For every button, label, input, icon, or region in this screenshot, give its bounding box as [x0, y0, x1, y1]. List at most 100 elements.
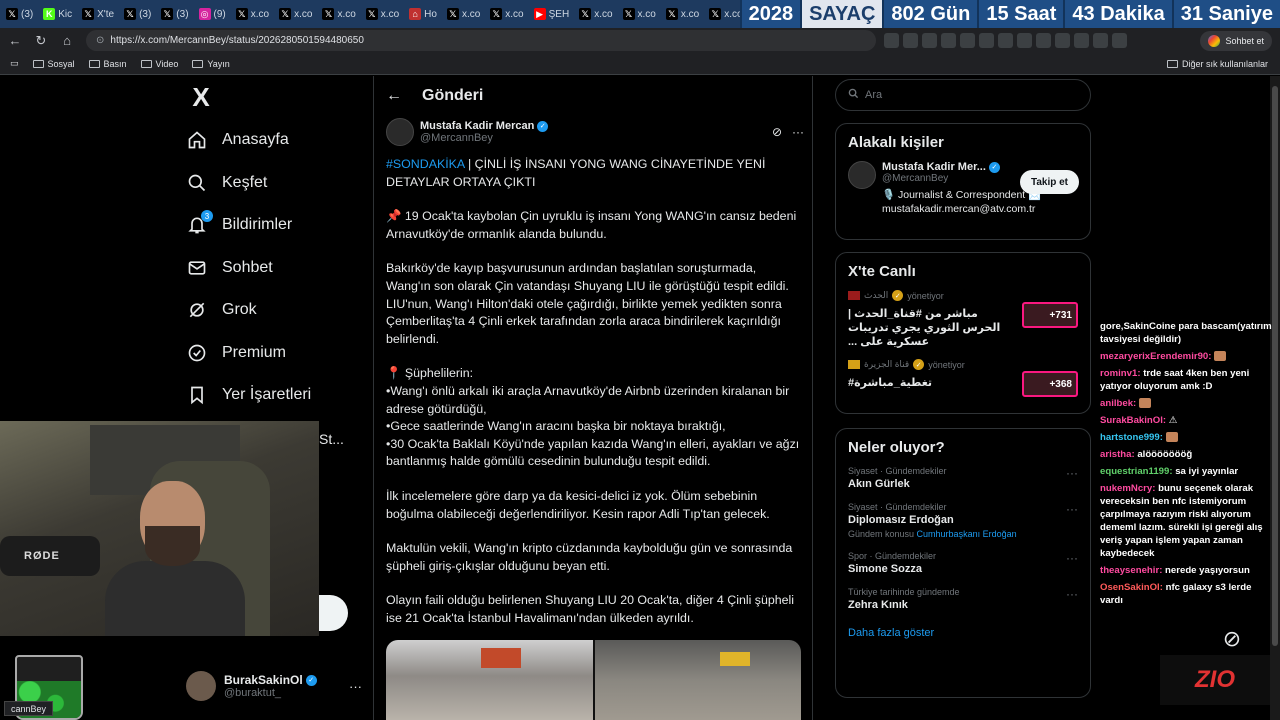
collections-icon[interactable]: [1074, 33, 1089, 48]
streamer-body: [105, 561, 245, 636]
translate-icon[interactable]: [884, 33, 899, 48]
more-dots-icon[interactable]: ···: [1066, 466, 1078, 480]
x-icon: 𝕏: [6, 8, 18, 20]
follow-button[interactable]: Takip et: [1019, 170, 1079, 194]
trend-sub-link[interactable]: Cumhurbaşkanı Erdoğan: [917, 529, 1017, 539]
split-view-icon[interactable]: [1036, 33, 1051, 48]
back-arrow-icon[interactable]: ←: [4, 30, 26, 52]
browser-tab[interactable]: ◎ (9): [195, 3, 230, 25]
nav-item-premium[interactable]: Premium: [186, 335, 286, 371]
x-logo-icon[interactable]: X: [186, 82, 216, 112]
browser-tab[interactable]: ▶ ŞEH: [530, 3, 574, 25]
trend-item[interactable]: Siyaset · Gündemdekiler Diplomasız Erdoğ…: [836, 498, 1090, 547]
star-icon[interactable]: [922, 33, 937, 48]
browser-tab[interactable]: 𝕏x.co: [486, 3, 527, 25]
browser-tab[interactable]: 𝕏x.co: [362, 3, 403, 25]
bookmark-folder[interactable]: Video: [140, 59, 178, 69]
more-dots-icon[interactable]: ···: [349, 679, 362, 694]
favorites-icon[interactable]: [1055, 33, 1070, 48]
nav-item-explore[interactable]: Keşfet: [186, 165, 267, 201]
url-field[interactable]: ⊙ https://x.com/MercannBey/status/202628…: [86, 30, 876, 51]
bookmarks-bar: ▭ Sosyal Basın Video Yayın Diğer sık kul…: [0, 53, 1280, 75]
nav-item-bookmarks[interactable]: Yer İşaretleri: [186, 377, 311, 413]
browser-tab[interactable]: 𝕏x.co: [275, 3, 316, 25]
card-title: Neler oluyor?: [848, 439, 945, 456]
hashtag-link[interactable]: #SONDAKİKA: [386, 157, 465, 171]
webcam-overlay: RØDE: [0, 421, 319, 636]
extension-icon[interactable]: [998, 33, 1013, 48]
extension-icon[interactable]: [960, 33, 975, 48]
related-name-text: Mustafa Kadir Mer...: [882, 161, 986, 173]
reading-list-icon[interactable]: ▭: [10, 58, 19, 69]
card-title: Alakalı kişiler: [848, 134, 944, 151]
page-title: Gönderi: [422, 87, 484, 104]
other-bookmarks-folder[interactable]: Diğer sık kullanılanlar: [1166, 59, 1268, 69]
more-dots-icon[interactable]: ···: [792, 125, 804, 139]
extension-icon[interactable]: [979, 33, 994, 48]
x-icon: 𝕏: [124, 8, 137, 20]
more-dots-icon[interactable]: ···: [1066, 551, 1078, 565]
live-listeners: +368: [1022, 371, 1078, 397]
bookmark-icon: [186, 384, 208, 406]
search-input[interactable]: Ara: [835, 79, 1091, 111]
tab-label: (9): [213, 8, 226, 20]
browser-tab[interactable]: 𝕏x.co: [662, 3, 703, 25]
live-item[interactable]: قناة الجزيرة ✓ yönetiyor تغطية_مباشرة# +36…: [836, 355, 1090, 397]
nav-item-notifications[interactable]: 3 Bildirimler: [186, 207, 292, 243]
trend-item[interactable]: Siyaset · Gündemdekiler Akın Gürlek ···: [836, 462, 1090, 498]
live-item[interactable]: الحدث ✓ yönetiyor مباشر من #قناة_الحدث | ا…: [836, 286, 1090, 355]
bookmark-folder[interactable]: Yayın: [192, 58, 230, 69]
trend-item[interactable]: Türkiye tarihinde gündemde Zehra Kınık ·…: [836, 583, 1090, 619]
nav-item-grok[interactable]: Grok: [186, 292, 257, 328]
bookmark-folder[interactable]: Basın: [88, 59, 127, 69]
nav-label: Grok: [222, 301, 257, 318]
extension-icon[interactable]: [941, 33, 956, 48]
browser-tab[interactable]: 𝕏x.co: [318, 3, 359, 25]
copilot-chat-button[interactable]: Sohbet et: [1200, 30, 1272, 51]
x-icon: 𝕏: [490, 8, 503, 20]
browser-tab[interactable]: 𝕏 (3): [120, 3, 155, 25]
nav-item-partial[interactable]: St...: [319, 431, 344, 447]
browser-tab[interactable]: ⌂ Ho: [405, 3, 441, 25]
trend-item[interactable]: Spor · Gündemdekiler Simone Sozza ···: [836, 547, 1090, 583]
more-dots-icon[interactable]: ···: [1066, 502, 1078, 516]
chat-message: equestrian1199: sa iyi yayınlar: [1100, 465, 1272, 478]
author-handle[interactable]: @MercannBey: [420, 132, 548, 144]
media-image[interactable]: [594, 640, 801, 720]
verified-badge-icon: [186, 342, 208, 364]
profile-avatar-icon[interactable]: [1093, 33, 1108, 48]
microphone: RØDE: [0, 536, 100, 576]
browser-tab[interactable]: 𝕏x.co: [443, 3, 484, 25]
nav-item-messages[interactable]: Sohbet: [186, 250, 273, 286]
reload-icon[interactable]: ↻: [30, 30, 52, 52]
show-more-link[interactable]: Daha fazla göster: [836, 619, 1090, 651]
browser-tab[interactable]: 𝕏 (3): [157, 3, 192, 25]
browser-tab[interactable]: 𝕏x.co: [575, 3, 616, 25]
bookmark-folder[interactable]: Sosyal: [32, 59, 75, 69]
nav-item-home[interactable]: Anasayfa: [186, 122, 289, 158]
grok-floating-icon[interactable]: ⊘: [1214, 621, 1250, 657]
browser-tab[interactable]: 𝕏x.co: [619, 3, 660, 25]
x-icon: 𝕏: [279, 8, 292, 20]
author-name[interactable]: Mustafa Kadir Mercan ✓: [420, 120, 549, 132]
browser-tab[interactable]: K Kic: [39, 3, 76, 25]
tab-label: X'te: [97, 8, 115, 20]
grok-icon[interactable]: ⊘: [772, 125, 782, 139]
browser-tab[interactable]: 𝕏x.co: [232, 3, 273, 25]
chat-username: equestrian1199:: [1100, 466, 1173, 477]
extension-icon[interactable]: [1017, 33, 1032, 48]
browser-tab[interactable]: 𝕏 (3): [2, 3, 37, 25]
avatar[interactable]: [386, 118, 414, 146]
more-icon[interactable]: [1112, 33, 1127, 48]
more-dots-icon[interactable]: ···: [1066, 587, 1078, 601]
bookmark-label: Yayın: [207, 58, 230, 69]
back-arrow-icon[interactable]: ←: [386, 87, 402, 105]
scrollbar-thumb[interactable]: [1272, 86, 1278, 646]
zoom-icon[interactable]: [903, 33, 918, 48]
account-switcher[interactable]: BurakSakinOl ✓ @buraktut_ ···: [186, 666, 362, 706]
site-info-icon[interactable]: ⊙: [96, 35, 104, 46]
home-icon[interactable]: ⌂: [56, 30, 78, 52]
post-media[interactable]: [386, 640, 801, 720]
browser-tab[interactable]: 𝕏 X'te: [78, 3, 118, 25]
media-image[interactable]: [386, 640, 593, 720]
